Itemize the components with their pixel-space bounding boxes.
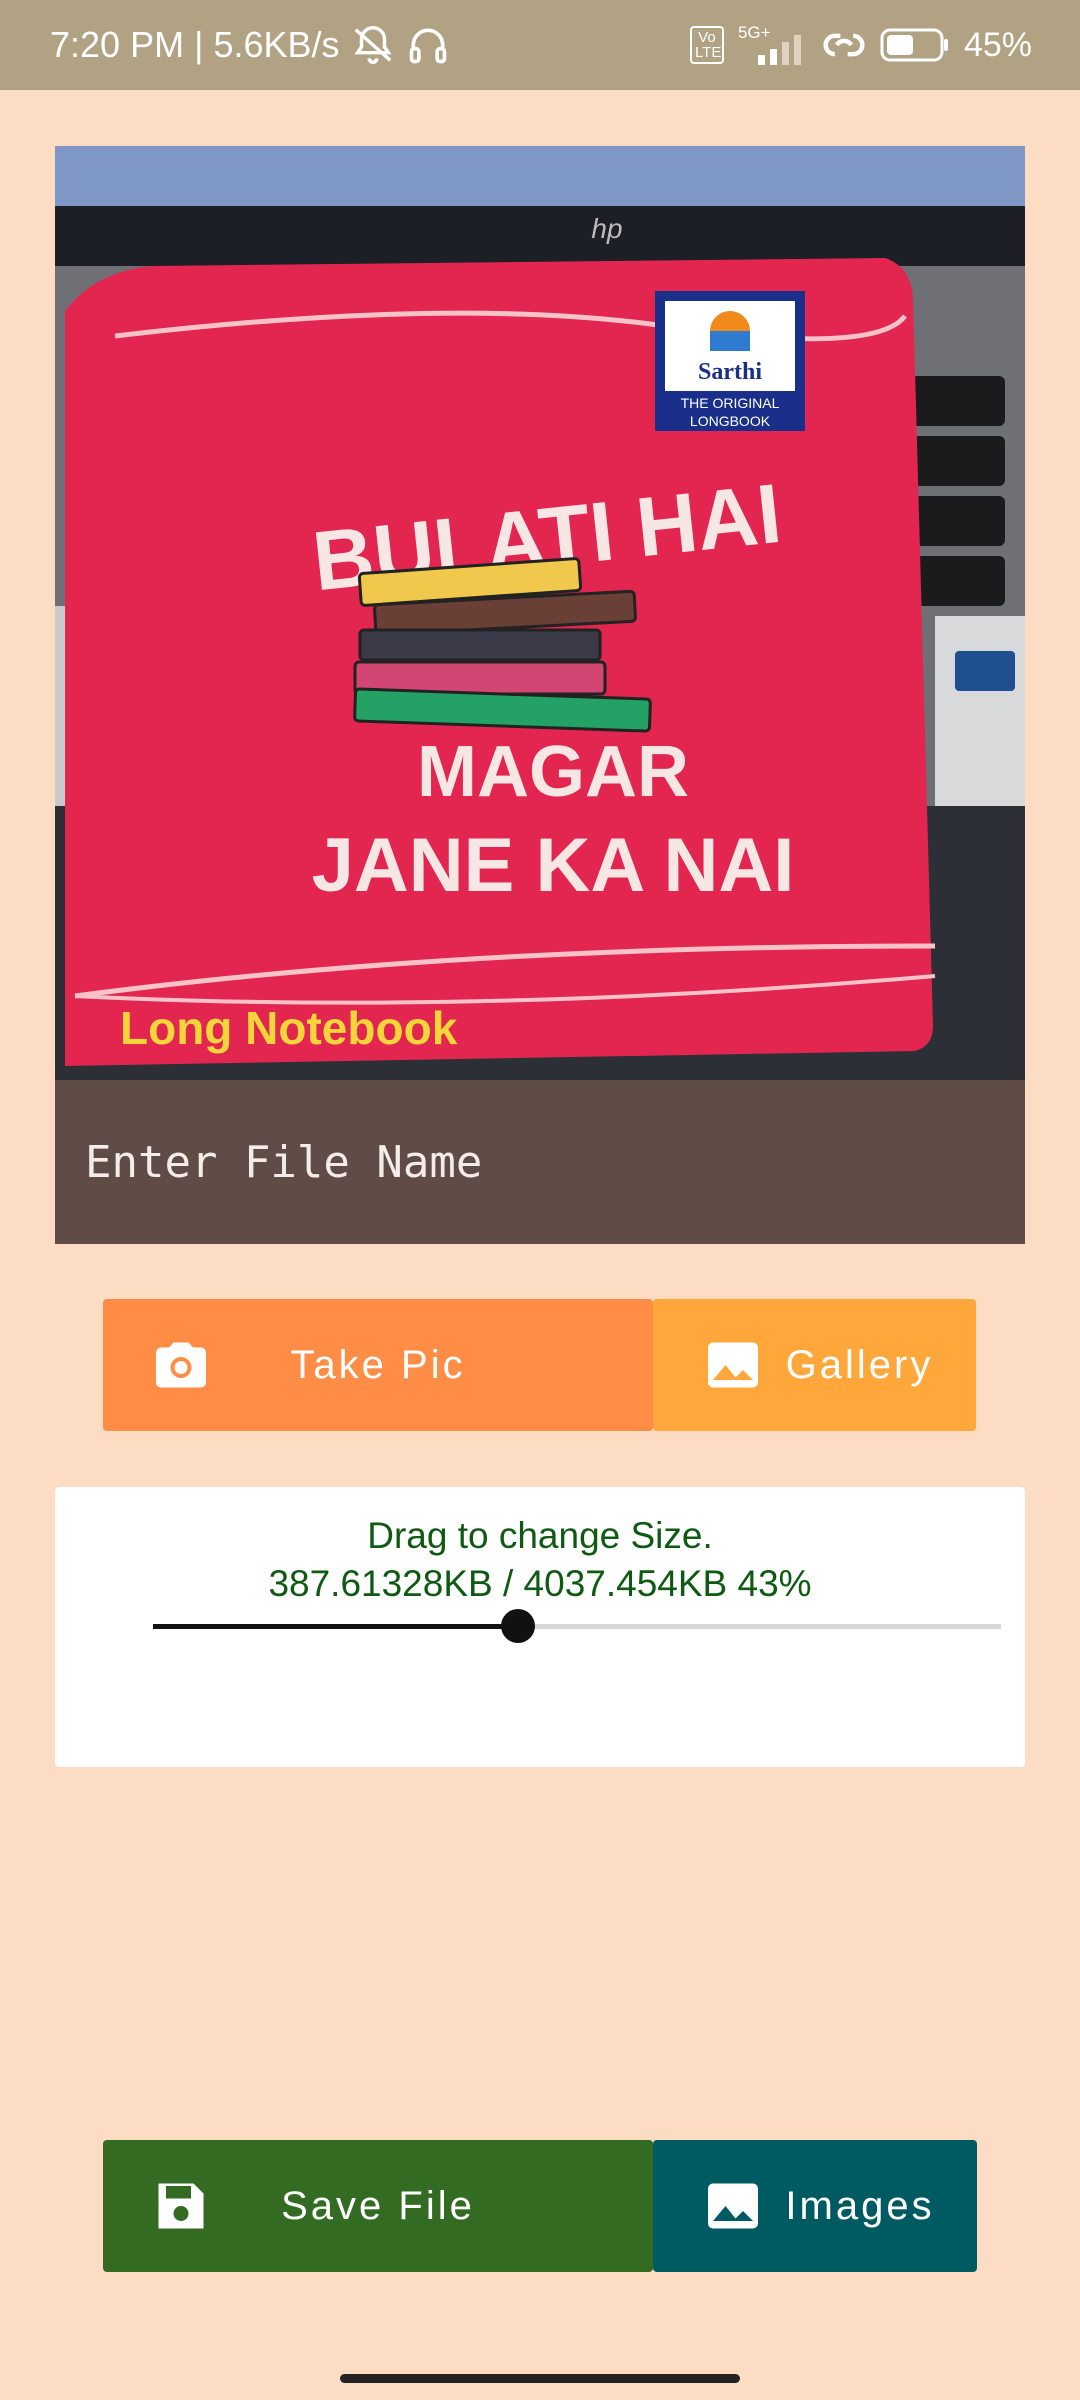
- laptop-logo: hp: [591, 213, 622, 244]
- status-time: 7:20 PM: [50, 24, 185, 65]
- cover-line3: JANE KA NAI: [312, 823, 795, 908]
- images-label: Images: [785, 2183, 935, 2228]
- size-slider-thumb[interactable]: [500, 1609, 535, 1643]
- images-button[interactable]: Images: [653, 2140, 977, 2272]
- signal-icon: 5G+: [738, 23, 808, 65]
- size-title: Drag to change Size.: [367, 1515, 713, 1556]
- size-card: Drag to change Size. 387.61328KB / 4037.…: [55, 1487, 1025, 1767]
- status-right: Vo LTE 5G+ 45%: [689, 0, 1032, 90]
- save-file-button[interactable]: Save File: [103, 2140, 653, 2272]
- gallery-button[interactable]: Gallery: [653, 1299, 976, 1431]
- cover-line2: MAGAR: [417, 732, 689, 812]
- size-value: 387.61328KB / 4037.454KB 43%: [268, 1563, 812, 1604]
- bell-off-icon: [353, 26, 392, 64]
- gallery-label: Gallery: [785, 1342, 934, 1387]
- notebook-photo: hp Sarthi THE ORIGINAL LONGBOOK BULATI H…: [55, 146, 1025, 1080]
- home-indicator[interactable]: [340, 2374, 740, 2383]
- status-separator: |: [194, 24, 204, 65]
- brand-name: Sarthi: [698, 359, 762, 385]
- headphones-icon: [409, 28, 446, 64]
- battery-icon: [880, 28, 948, 62]
- file-name-bar: [55, 1080, 1025, 1244]
- status-left: 7:20 PM | 5.6KB/s: [50, 0, 450, 90]
- volte-icon: Vo LTE: [689, 26, 724, 64]
- battery-percent: 45%: [963, 25, 1032, 64]
- cover-footer: Long Notebook: [120, 1002, 458, 1054]
- file-name-input[interactable]: [55, 1080, 1025, 1244]
- status-speed: 5.6KB/s: [213, 24, 340, 65]
- brand-sub2: LONGBOOK: [690, 413, 771, 429]
- take-pic-button[interactable]: Take Pic: [103, 1299, 653, 1431]
- save-file-label: Save File: [281, 2183, 475, 2228]
- status-bar: 7:20 PM | 5.6KB/s Vo LTE 5G+ 45%: [0, 0, 1080, 90]
- size-slider[interactable]: [153, 1609, 1001, 1643]
- brand-sub1: THE ORIGINAL: [681, 395, 780, 411]
- hotspot-link-icon: [823, 33, 865, 57]
- image-preview: hp Sarthi THE ORIGINAL LONGBOOK BULATI H…: [55, 146, 1025, 1080]
- take-pic-label: Take Pic: [290, 1342, 466, 1387]
- size-slider-fill: [153, 1624, 518, 1629]
